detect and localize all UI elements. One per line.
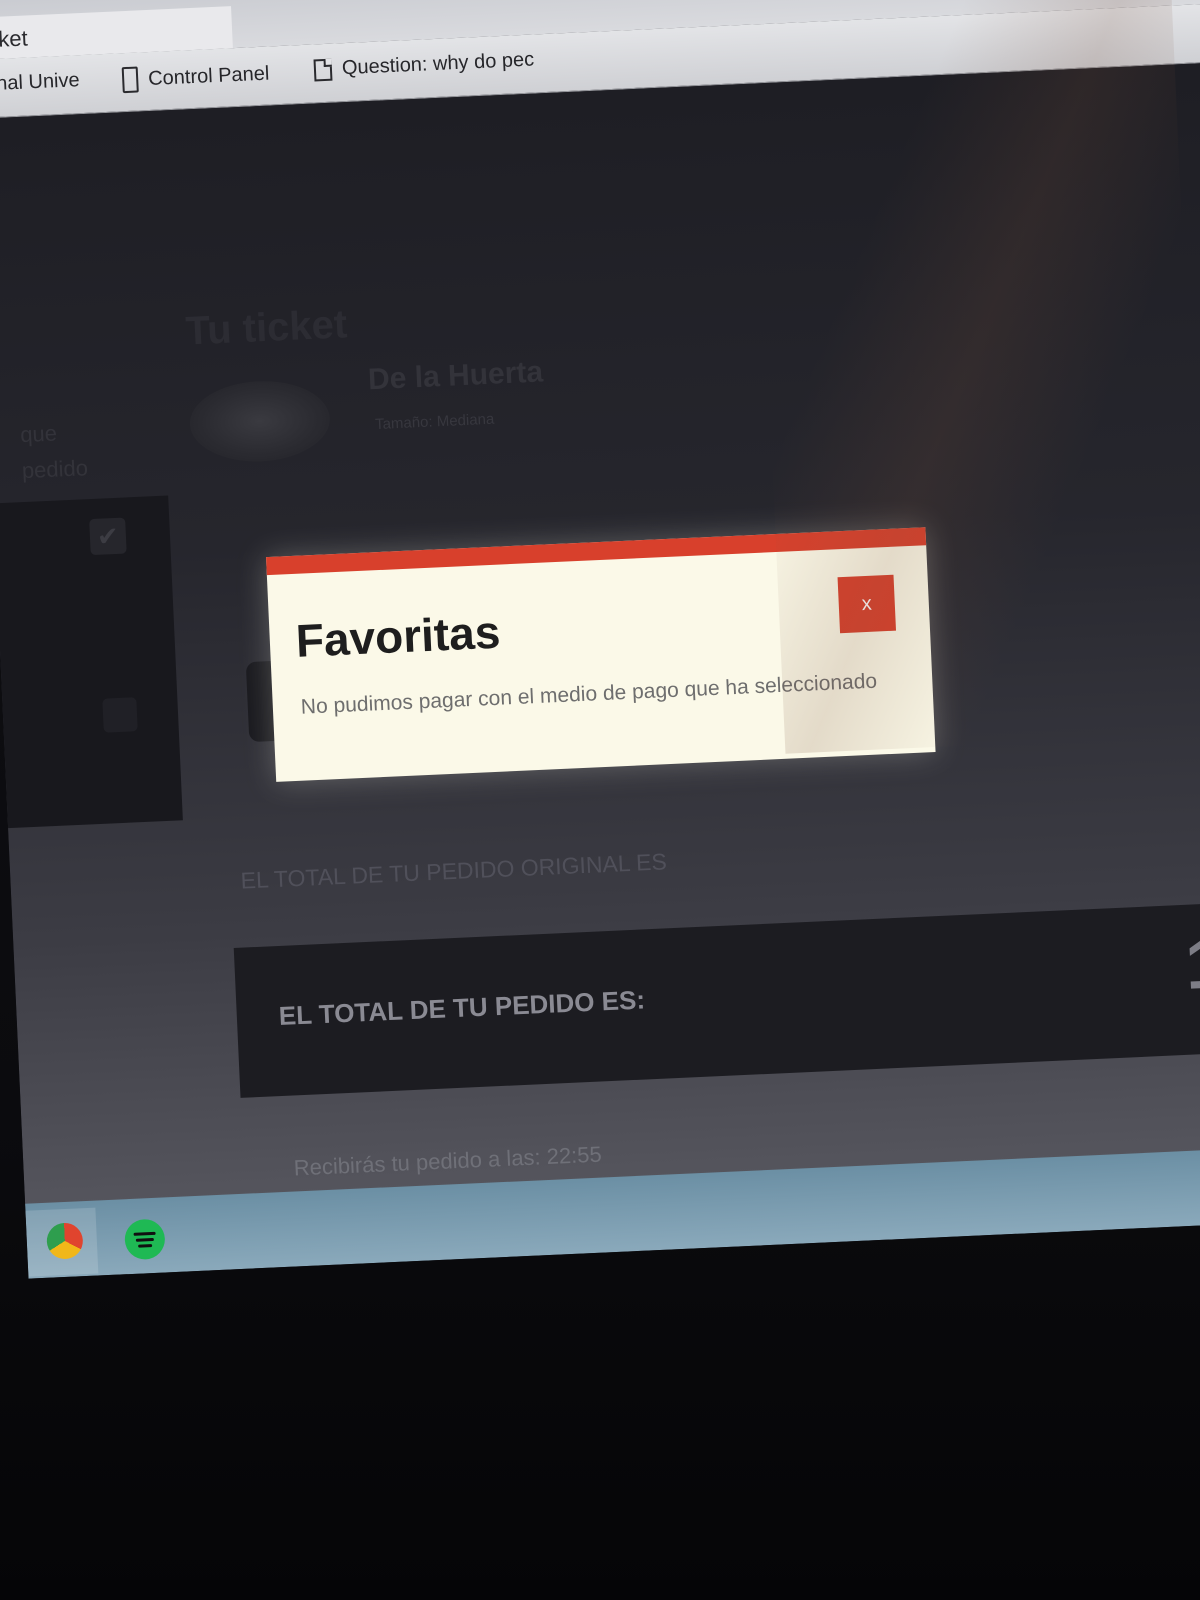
side-text: que pedido xyxy=(19,414,89,489)
page-title: Tu ticket xyxy=(184,302,349,354)
bookmark-label: Question: why do pec xyxy=(341,48,535,80)
modal-title: Favoritas xyxy=(294,605,502,667)
product-image xyxy=(188,378,332,465)
product-name: De la Huerta xyxy=(367,355,544,397)
side-text-line: pedido xyxy=(21,455,89,484)
side-text-line: que xyxy=(19,420,58,448)
checkbox-checked[interactable]: ✔ xyxy=(89,517,127,556)
modal-message: No pudimos pagar con el medio de pago qu… xyxy=(300,669,878,719)
close-icon: x xyxy=(861,592,873,615)
product-detail: Tamaño: Mediana xyxy=(374,410,495,434)
total-original-label: EL TOTAL DE TU PEDIDO ORIGINAL ES xyxy=(240,848,668,894)
browser-tab-title[interactable]: ket xyxy=(0,25,28,52)
error-modal: Favoritas x No pudimos pagar con el medi… xyxy=(266,527,936,782)
delivery-time-text: Recibirás tu pedido a las: 22:55 xyxy=(293,1141,603,1181)
photo-frame: ket nal Unive Control Panel Question: wh… xyxy=(0,0,1200,1600)
bookmark-label: Control Panel xyxy=(147,62,270,90)
bookmark-item[interactable]: nal Unive xyxy=(0,69,80,96)
close-button[interactable]: x xyxy=(837,574,897,634)
spotify-wave xyxy=(138,1243,153,1248)
monitor-screen: ket nal Unive Control Panel Question: wh… xyxy=(0,0,1200,1279)
bookmark-item-control-panel[interactable]: Control Panel xyxy=(121,61,270,94)
bookmark-label: nal Unive xyxy=(0,69,81,95)
spotify-wave xyxy=(133,1231,156,1236)
check-icon: ✔ xyxy=(96,520,120,552)
spotify-wave xyxy=(135,1237,154,1242)
phone-icon xyxy=(121,66,139,94)
bookmark-item-question[interactable]: Question: why do pec xyxy=(313,48,535,81)
checkbox-unchecked[interactable] xyxy=(102,697,138,733)
total-amount: 1 xyxy=(1183,924,1200,1004)
page-icon xyxy=(313,58,333,81)
